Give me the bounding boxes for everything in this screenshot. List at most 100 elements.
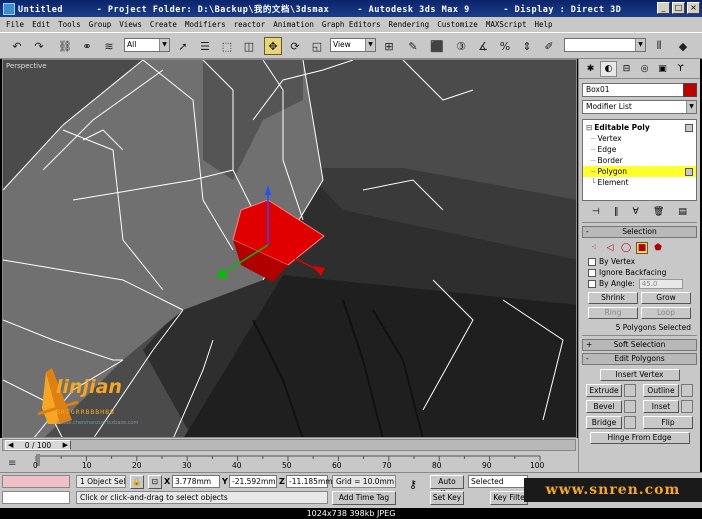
flip-button[interactable]: Flip [643, 416, 693, 429]
utilities-tab-icon[interactable]: ϒ [672, 61, 689, 77]
show-end-result-icon[interactable]: ‖ [614, 207, 619, 217]
angle-snap-icon[interactable]: ∡ [474, 37, 492, 55]
hierarchy-tab-icon[interactable]: ⊟ [618, 61, 635, 77]
redo-icon[interactable]: ↷ [30, 37, 48, 55]
create-tab-icon[interactable]: ✱ [582, 61, 599, 77]
stack-item-element[interactable]: └ Element [583, 177, 696, 188]
insert-vertex-button[interactable]: Insert Vertex [599, 369, 680, 381]
key-mode-dropdown[interactable]: Selected [468, 475, 528, 488]
select-by-name-icon[interactable]: ☰ [196, 37, 214, 55]
keyboard-shortcut-icon[interactable]: ⬛ [428, 37, 446, 55]
object-name-field[interactable]: Box01 [582, 83, 697, 97]
motion-tab-icon[interactable]: ◎ [636, 61, 653, 77]
outline-button[interactable]: Outline [643, 384, 679, 397]
inset-settings-icon[interactable] [681, 400, 693, 413]
remove-modifier-icon[interactable]: 🗑 [653, 207, 664, 217]
maxscript-listener-input[interactable] [2, 475, 70, 488]
auto-key-button[interactable]: Auto Key [430, 475, 464, 498]
bevel-settings-icon[interactable] [624, 400, 636, 413]
hinge-from-edge-button[interactable]: Hinge From Edge [589, 432, 690, 444]
border-mode-icon[interactable]: ◯ [620, 242, 632, 254]
by-vertex-checkbox[interactable]: By Vertex [582, 256, 697, 267]
maximize-button[interactable]: □ [672, 2, 685, 14]
menu-customize[interactable]: Customize [433, 20, 482, 29]
shrink-button[interactable]: Shrink [588, 292, 638, 304]
stack-item-editable-poly[interactable]: ⊟ Editable Poly [583, 122, 696, 133]
loop-button[interactable]: Loop [641, 307, 691, 319]
viewport-label[interactable]: Perspective [6, 62, 47, 70]
extrude-settings-icon[interactable] [624, 384, 636, 397]
close-button[interactable]: × [687, 2, 700, 14]
undo-icon[interactable]: ↶ [8, 37, 26, 55]
named-selection-icon[interactable]: ✐ [540, 37, 558, 55]
vertex-mode-icon[interactable]: ⁖ [588, 242, 600, 254]
time-slider[interactable]: ◀ 0 / 100 ▶ [2, 439, 576, 451]
pivot-center-icon[interactable]: ⊞ [380, 37, 398, 55]
configure-modifier-sets-icon[interactable]: ▤ [678, 207, 687, 217]
snaps-toggle-icon[interactable]: ③ [452, 37, 470, 55]
menu-maxscript[interactable]: MAXScript [482, 20, 531, 29]
make-unique-icon[interactable]: ∀ [633, 207, 639, 217]
ring-button[interactable]: Ring [588, 307, 638, 319]
track-bar[interactable]: ≡ 0 10 20 30 40 50 60 70 80 90 100 [0, 452, 578, 474]
bridge-button[interactable]: Bridge [586, 416, 622, 429]
key-icon[interactable]: ⚷ [402, 479, 424, 493]
selection-rollout-header[interactable]: - Selection [582, 226, 697, 238]
mirror-icon[interactable]: ⫴ [650, 37, 668, 55]
menu-modifiers[interactable]: Modifiers [181, 20, 230, 29]
bind-space-warp-icon[interactable]: ≋ [100, 37, 118, 55]
soft-selection-rollout-header[interactable]: + Soft Selection [582, 339, 697, 351]
angle-value-field[interactable]: 45.0 [638, 278, 683, 289]
key-filters-button[interactable]: Key Filte [490, 491, 528, 505]
set-key-button[interactable]: Set Key [430, 491, 464, 505]
menu-tools[interactable]: Tools [54, 20, 85, 29]
pin-stack-icon[interactable]: ⊣ [592, 207, 600, 217]
outline-settings-icon[interactable] [681, 384, 693, 397]
minimize-button[interactable]: _ [657, 2, 670, 14]
modify-tab-icon[interactable]: ◐ [600, 61, 617, 77]
element-mode-icon[interactable]: ⬟ [652, 242, 664, 254]
named-selection-sets-dropdown[interactable]: ▼ [564, 38, 646, 52]
absolute-mode-icon[interactable]: ⊡ [148, 475, 162, 489]
menu-edit[interactable]: Edit [28, 20, 54, 29]
inset-button[interactable]: Inset [643, 400, 679, 413]
select-and-rotate-icon[interactable]: ⟳ [286, 37, 304, 55]
polygon-mode-icon[interactable]: ■ [636, 242, 648, 254]
reference-coordinate-dropdown[interactable]: View ▼ [330, 38, 376, 52]
select-and-move-icon[interactable]: ✥ [264, 37, 282, 55]
menu-graph-editors[interactable]: Graph Editors [318, 20, 385, 29]
percent-snap-icon[interactable]: % [496, 37, 514, 55]
menu-rendering[interactable]: Rendering [385, 20, 434, 29]
menu-group[interactable]: Group [85, 20, 116, 29]
display-tab-icon[interactable]: ▣ [654, 61, 671, 77]
object-color-swatch[interactable] [683, 83, 697, 97]
x-coordinate-field[interactable]: 3.778mm [172, 475, 220, 488]
bevel-button[interactable]: Bevel [586, 400, 622, 413]
align-icon[interactable]: ◆ [674, 37, 692, 55]
menu-create[interactable]: Create [146, 20, 181, 29]
modifier-list-dropdown[interactable]: Modifier List ▼ [582, 100, 697, 114]
menu-reactor[interactable]: reactor [230, 20, 270, 29]
stack-item-edge[interactable]: ┈ Edge [583, 144, 696, 155]
select-and-manipulate-icon[interactable]: ✎ [404, 37, 422, 55]
time-slider-handle[interactable]: ◀ 0 / 100 ▶ [5, 440, 71, 450]
menu-animation[interactable]: Animation [269, 20, 318, 29]
edit-polygons-rollout-header[interactable]: - Edit Polygons [582, 353, 697, 365]
stack-item-border[interactable]: ┈ Border [583, 155, 696, 166]
window-crossing-icon[interactable]: ◫ [240, 37, 258, 55]
select-and-link-icon[interactable]: ⛓ [56, 37, 74, 55]
extrude-button[interactable]: Extrude [586, 384, 622, 397]
menu-views[interactable]: Views [115, 20, 146, 29]
maxscript-listener-output[interactable] [2, 491, 70, 504]
spinner-snap-icon[interactable]: ⇕ [518, 37, 536, 55]
menu-help[interactable]: Help [530, 20, 556, 29]
unlink-icon[interactable]: ⚭ [78, 37, 96, 55]
edge-mode-icon[interactable]: ◁ [604, 242, 616, 254]
grow-button[interactable]: Grow [641, 292, 691, 304]
rectangular-selection-icon[interactable]: ⬚ [218, 37, 236, 55]
z-coordinate-field[interactable]: -11.185mm [286, 475, 333, 488]
lock-selection-icon[interactable]: 🔒 [130, 475, 144, 489]
add-time-tag-button[interactable]: Add Time Tag [332, 491, 396, 505]
stack-item-vertex[interactable]: ┈ Vertex [583, 133, 696, 144]
ignore-backfacing-checkbox[interactable]: Ignore Backfacing [582, 267, 697, 278]
